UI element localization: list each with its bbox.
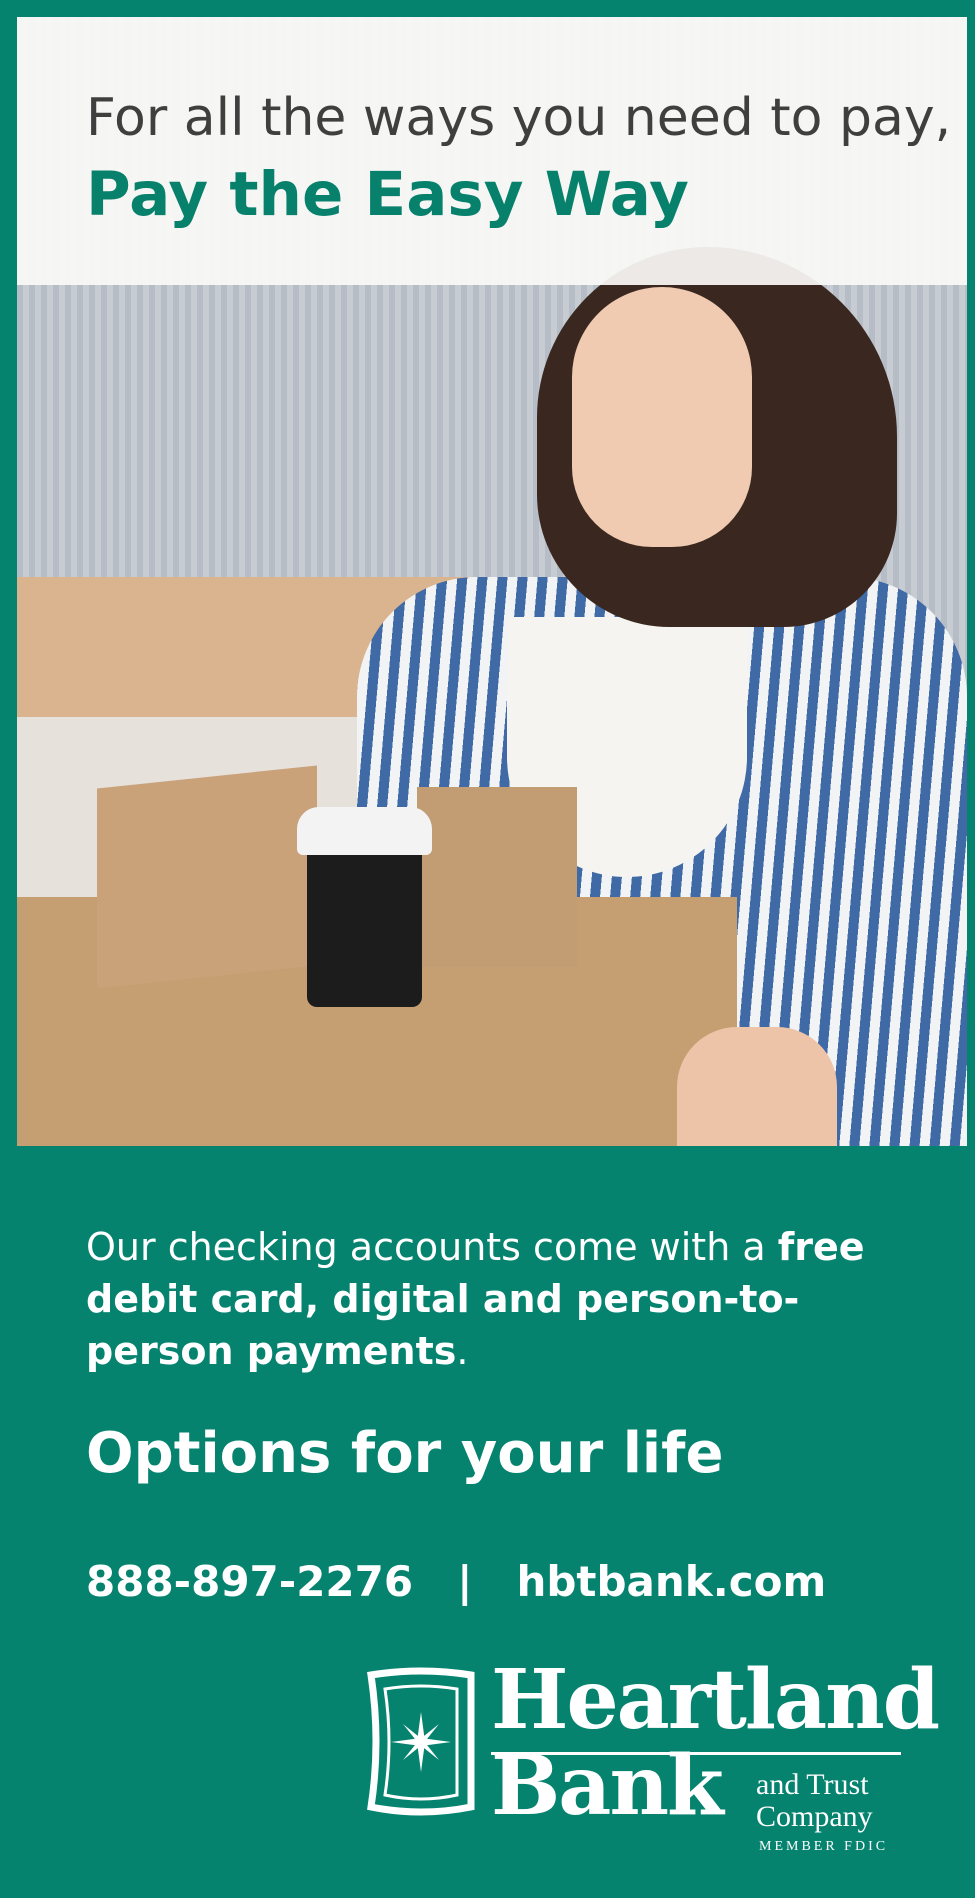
- headline: Pay the Easy Way: [86, 159, 689, 230]
- photo-hand: [677, 1027, 837, 1146]
- header-band: For all the ways you need to pay, Pay th…: [17, 17, 967, 285]
- body-copy: Our checking accounts come with a free d…: [86, 1221, 906, 1377]
- tagline: For all the ways you need to pay,: [86, 88, 952, 148]
- bank-logo: Heartland Bank and Trust Company MEMBER …: [361, 1659, 940, 1867]
- contact-line: 888-897-2276 | hbtbank.com: [86, 1557, 826, 1606]
- website-link[interactable]: hbtbank.com: [516, 1557, 826, 1606]
- body-copy-end: .: [456, 1329, 469, 1373]
- logo-and-trust: and Trust Company: [756, 1768, 873, 1833]
- photo-takeout-box-2: [417, 787, 577, 967]
- photo-face: [572, 287, 752, 547]
- phone-number[interactable]: 888-897-2276: [86, 1557, 413, 1606]
- logo-heartland: Heartland: [491, 1652, 940, 1748]
- ad-content: For all the ways you need to pay, Pay th…: [17, 17, 967, 1898]
- photo-takeout-box: [97, 765, 317, 989]
- member-fdic: MEMBER FDIC: [759, 1839, 889, 1854]
- body-copy-regular: Our checking accounts come with a: [86, 1225, 778, 1269]
- logo-bank: Bank: [491, 1738, 724, 1834]
- star-shield-icon: [367, 1667, 475, 1816]
- options-heading: Options for your life: [86, 1421, 724, 1486]
- contact-separator: |: [457, 1557, 473, 1606]
- photo-coffee-cup: [307, 837, 422, 1007]
- ad-frame: For all the ways you need to pay, Pay th…: [0, 0, 975, 1898]
- photo-cup-lid: [297, 807, 432, 855]
